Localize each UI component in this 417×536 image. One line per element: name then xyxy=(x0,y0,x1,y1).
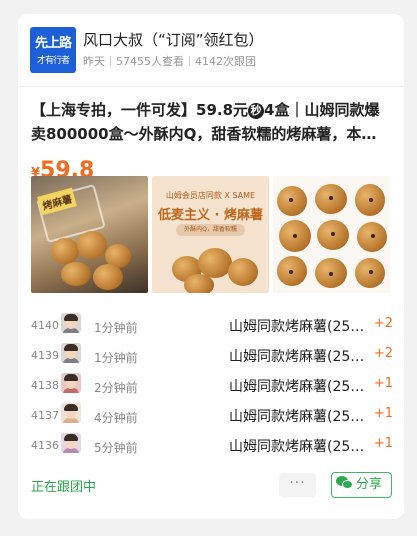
order-row[interactable]: 4137 4分钟前 山姆同款烤麻薯(25… +1 xyxy=(31,401,393,431)
seed-dot xyxy=(293,234,297,238)
share-label: 分享 xyxy=(356,477,383,492)
post-header: 先上路 才有行者 风口大叔（“订阅”领红包） 昨天 57455人查看 4142次跟团 xyxy=(30,27,394,73)
post-title[interactable]: 【上海专拍，一件可发】59.8元秒 4盒｜山姆同款爆 卖800000盒〜外酥内Q，… xyxy=(31,98,393,146)
order-row[interactable]: 4138 2分钟前 山姆同款烤麻薯(25… +1 xyxy=(31,371,393,401)
header-divider xyxy=(18,86,404,87)
join-count: 4142次跟团 xyxy=(195,55,256,68)
buyer-avatar xyxy=(61,343,81,363)
card-footer: 正在跟团中 ··· 分享 xyxy=(31,472,392,498)
mochi-ball xyxy=(61,262,91,286)
seed-dot xyxy=(371,234,375,238)
seed-dot xyxy=(289,270,293,274)
post-meta: 昨天 57455人查看 4142次跟团 xyxy=(83,53,256,69)
title-text-a: 【上海专拍，一件可发】59.8元 xyxy=(31,101,249,119)
seconds-badge-icon: 秒 xyxy=(248,103,265,119)
product-image-1[interactable]: 烤麻薯 xyxy=(31,176,148,293)
posted-time: 昨天 xyxy=(83,55,105,68)
avatar-text-line1: 先上路 xyxy=(34,36,72,51)
avatar-text-line2: 才有行者 xyxy=(36,56,70,66)
seed-dot xyxy=(369,198,373,202)
seed-dot xyxy=(289,198,293,202)
share-button[interactable]: 分享 xyxy=(331,472,392,498)
order-row[interactable]: 4136 5分钟前 山姆同款烤麻薯(25… +1 xyxy=(31,431,393,461)
order-number: 4139 xyxy=(31,349,59,362)
order-quantity: +2 xyxy=(373,316,393,331)
title-text-b: 4盒｜山姆同款爆 xyxy=(264,101,380,119)
banner-tagline: 外酥内Q，甜香软糯 xyxy=(176,224,245,236)
order-time: 1分钟前 xyxy=(94,321,138,335)
order-quantity: +1 xyxy=(373,376,393,391)
order-product: 山姆同款烤麻薯(25… xyxy=(229,439,365,455)
meta-divider xyxy=(189,56,190,66)
order-quantity: +2 xyxy=(373,346,393,361)
product-image-3[interactable] xyxy=(273,176,390,293)
order-quantity: +1 xyxy=(373,406,393,421)
order-quantity: +1 xyxy=(373,436,393,451)
order-time: 5分钟前 xyxy=(94,441,138,455)
order-number: 4138 xyxy=(31,379,59,392)
seed-dot xyxy=(329,272,333,276)
author-name[interactable]: 风口大叔（“订阅”领红包） xyxy=(83,29,264,50)
meta-divider xyxy=(110,56,111,66)
mochi-ball xyxy=(228,258,258,286)
mochi-ball xyxy=(51,238,79,264)
banner-brand: 山姆会员店同款 X SAME xyxy=(165,191,256,200)
more-button[interactable]: ··· xyxy=(279,473,316,497)
recent-orders-list: 4140 1分钟前 山姆同款烤麻薯(25… +2 4139 1分钟前 山姆同款烤… xyxy=(31,311,393,461)
buyer-avatar xyxy=(61,403,81,423)
order-number: 4137 xyxy=(31,409,59,422)
order-time: 2分钟前 xyxy=(94,381,138,395)
order-product: 山姆同款烤麻薯(25… xyxy=(229,409,365,425)
author-avatar[interactable]: 先上路 才有行者 xyxy=(30,27,76,73)
product-image-2[interactable]: 山姆会员店同款 X SAME 低麦主义 · 烤麻薯 外酥内Q，甜香软糯 xyxy=(152,176,269,293)
wechat-icon xyxy=(336,476,354,490)
seed-dot xyxy=(369,270,373,274)
seed-dot xyxy=(329,196,333,200)
order-number: 4136 xyxy=(31,439,59,452)
mochi-ball xyxy=(93,264,123,290)
order-product: 山姆同款烤麻薯(25… xyxy=(229,349,365,365)
group-status: 正在跟团中 xyxy=(31,480,97,495)
order-row[interactable]: 4139 1分钟前 山姆同款烤麻薯(25… +2 xyxy=(31,341,393,371)
view-count: 57455人查看 xyxy=(116,55,184,68)
buyer-avatar xyxy=(61,373,81,393)
mochi-ball xyxy=(77,231,107,259)
banner-title: 低麦主义 · 烤麻薯 xyxy=(158,208,263,223)
order-row[interactable]: 4140 1分钟前 山姆同款烤麻薯(25… +2 xyxy=(31,311,393,341)
title-line-2: 卖800000盒〜外酥内Q，甜香软糯的烤麻薯，本… xyxy=(31,125,377,143)
buyer-avatar xyxy=(61,433,81,453)
mochi-ball xyxy=(184,274,214,293)
order-time: 4分钟前 xyxy=(94,411,138,425)
order-number: 4140 xyxy=(31,319,59,332)
seed-dot xyxy=(331,232,335,236)
order-time: 1分钟前 xyxy=(94,351,138,365)
order-product: 山姆同款烤麻薯(25… xyxy=(229,379,365,395)
order-product: 山姆同款烤麻薯(25… xyxy=(229,319,365,335)
buyer-avatar xyxy=(61,313,81,333)
title-line-1: 【上海专拍，一件可发】59.8元秒 4盒｜山姆同款爆 xyxy=(31,98,393,122)
group-buy-card[interactable]: 先上路 才有行者 风口大叔（“订阅”领红包） 昨天 57455人查看 4142次跟团… xyxy=(18,14,404,519)
